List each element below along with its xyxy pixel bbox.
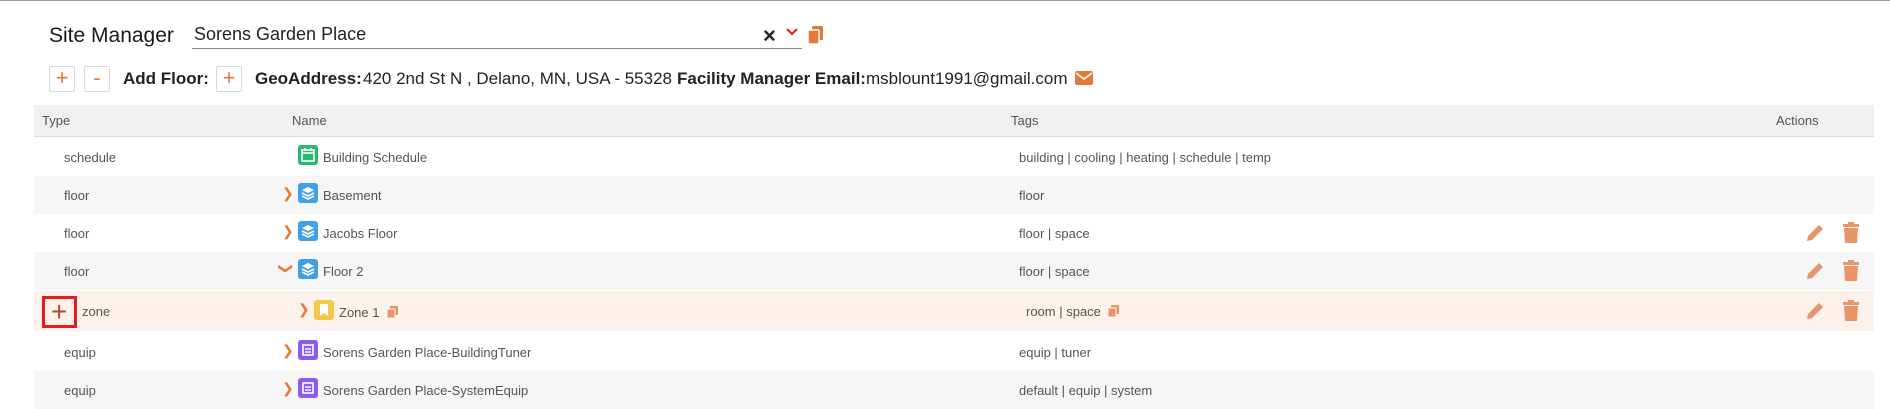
chevron-right-icon[interactable]: ❯: [282, 185, 294, 202]
chevron-right-icon[interactable]: ❯: [282, 223, 294, 240]
column-actions: Actions: [1776, 113, 1819, 128]
facility-manager-label: Facility Manager Email:: [677, 69, 866, 88]
close-icon[interactable]: ×: [763, 25, 776, 47]
table-header: Type Name Tags Actions: [34, 105, 1874, 137]
row-type: equip: [64, 345, 96, 360]
geo-address-label: GeoAddress:: [255, 69, 362, 88]
plus-icon: +: [51, 296, 68, 327]
table-row[interactable]: equip ❯ Sorens Garden Place-BuildingTune…: [34, 333, 1874, 371]
bookmark-icon: [314, 300, 334, 320]
row-name[interactable]: Floor 2: [323, 264, 363, 279]
geo-address-value: 420 2nd St N , Delano, MN, USA - 55328: [363, 69, 673, 88]
site-manager-label: Site Manager: [49, 24, 174, 47]
copy-icon[interactable]: [386, 305, 398, 323]
row-type: zone: [82, 304, 111, 319]
add-zone-button[interactable]: +: [42, 296, 77, 328]
equipment-icon: [298, 378, 318, 398]
row-tags: building | cooling | heating | schedule …: [1019, 150, 1272, 165]
table-row[interactable]: floor ❯ Basement floor: [34, 176, 1874, 214]
row-name[interactable]: Sorens Garden Place-SystemEquip: [323, 383, 528, 398]
table-row[interactable]: floor ❯ Floor 2 floor | space: [34, 252, 1874, 290]
copy-icon[interactable]: [1107, 304, 1119, 322]
chevron-down-icon[interactable]: ❯: [277, 263, 294, 275]
facility-manager-email: msblount1991@gmail.com: [866, 69, 1068, 88]
row-name[interactable]: Sorens Garden Place-BuildingTuner: [323, 345, 531, 360]
pencil-icon[interactable]: [1804, 260, 1826, 287]
row-type: equip: [64, 383, 96, 398]
envelope-icon[interactable]: [1075, 71, 1093, 90]
row-name[interactable]: Building Schedule: [323, 150, 427, 165]
chevron-right-icon[interactable]: ❯: [282, 342, 294, 359]
site-select[interactable]: Sorens Garden Place: [192, 22, 802, 49]
column-type: Type: [42, 113, 71, 128]
layers-icon: [298, 259, 318, 279]
trash-icon[interactable]: [1842, 300, 1860, 327]
table-row[interactable]: schedule Building Schedule building | co…: [34, 138, 1874, 176]
chevron-down-icon[interactable]: [785, 25, 799, 44]
row-name[interactable]: Zone 1: [339, 305, 379, 320]
row-name[interactable]: Basement: [323, 188, 382, 203]
row-type: floor: [64, 264, 90, 279]
layers-icon: [298, 221, 318, 241]
row-tags: floor | space: [1019, 226, 1090, 241]
calendar-icon: [298, 145, 318, 165]
chevron-right-icon[interactable]: ❯: [282, 380, 294, 397]
column-tags: Tags: [1011, 113, 1039, 128]
copy-icon[interactable]: [807, 26, 824, 49]
row-tags: default | equip | system: [1019, 383, 1153, 398]
table-row-selected[interactable]: zone ❯ Zone 1 room | space: [34, 291, 1874, 331]
trash-icon[interactable]: [1842, 222, 1860, 249]
add-floor-button[interactable]: +: [216, 66, 242, 92]
column-name: Name: [292, 113, 327, 128]
pencil-icon[interactable]: [1804, 222, 1826, 249]
table-row[interactable]: equip ❯ Sorens Garden Place-SystemEquip …: [34, 371, 1874, 409]
site-select-value: Sorens Garden Place: [194, 24, 367, 44]
row-tags: equip | tuner: [1019, 345, 1092, 360]
table-row[interactable]: floor ❯ Jacobs Floor floor | space: [34, 214, 1874, 252]
row-tags: room | space: [1026, 304, 1101, 319]
row-type: floor: [64, 226, 90, 241]
row-type: schedule: [64, 150, 117, 165]
row-type: floor: [64, 188, 90, 203]
remove-button[interactable]: -: [84, 66, 110, 92]
layers-icon: [298, 183, 318, 203]
trash-icon[interactable]: [1842, 260, 1860, 287]
pencil-icon[interactable]: [1804, 300, 1826, 327]
row-tags: floor | space: [1019, 264, 1090, 279]
row-name[interactable]: Jacobs Floor: [323, 226, 397, 241]
top-border: [0, 0, 1890, 1]
add-floor-label: Add Floor:: [123, 69, 209, 88]
add-button[interactable]: +: [49, 66, 75, 92]
equipment-icon: [298, 340, 318, 360]
chevron-right-icon[interactable]: ❯: [298, 301, 310, 318]
row-tags: floor: [1019, 188, 1045, 203]
